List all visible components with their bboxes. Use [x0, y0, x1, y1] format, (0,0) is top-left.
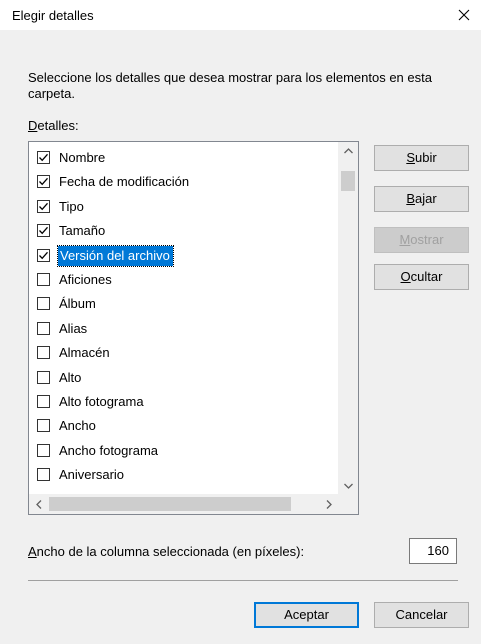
checkbox-checked-icon[interactable]: [37, 175, 50, 189]
list-item[interactable]: Versión del archivo: [29, 244, 339, 269]
list-item-label: Álbum: [59, 296, 96, 312]
list-item-label: Ancho: [59, 418, 96, 434]
window-title: Elegir detalles: [12, 8, 94, 23]
checkbox-unchecked-icon[interactable]: [37, 419, 50, 433]
ok-button[interactable]: Aceptar: [254, 602, 359, 628]
title-bar: Elegir detalles: [0, 0, 481, 30]
scroll-right-icon[interactable]: [319, 496, 339, 513]
checkbox-unchecked-icon[interactable]: [37, 370, 50, 384]
checkbox-unchecked-icon[interactable]: [37, 321, 50, 335]
list-item[interactable]: Aniversario: [29, 464, 339, 488]
checkbox-unchecked-icon[interactable]: [37, 395, 50, 408]
list-item[interactable]: Aficiones: [29, 269, 339, 293]
checkbox-checked-icon[interactable]: [37, 199, 50, 213]
details-label: Detalles:: [28, 118, 79, 133]
list-item[interactable]: Tipo: [29, 196, 339, 220]
checkbox-checked-icon[interactable]: [37, 248, 50, 262]
vertical-scroll-thumb[interactable]: [341, 171, 355, 191]
list-item[interactable]: Alto: [29, 367, 339, 391]
list-item[interactable]: Ancho: [29, 415, 339, 439]
list-item-label: Alto: [59, 369, 82, 385]
list-item-label: Versión del archivo: [57, 244, 174, 267]
column-width-label: Ancho de la columna seleccionada (en píx…: [28, 544, 305, 559]
list-item-label: Almacén: [59, 345, 110, 361]
horizontal-scroll-thumb[interactable]: [49, 497, 291, 511]
list-item[interactable]: Álbum: [29, 293, 339, 317]
up-button[interactable]: Subir: [374, 145, 469, 171]
list-item-label: Ancho fotograma: [59, 442, 159, 458]
list-item-label: Tamaño: [59, 223, 106, 239]
list-item-label: Tipo: [59, 198, 84, 214]
list-item[interactable]: Fecha de modificación: [29, 171, 339, 195]
down-button[interactable]: Bajar: [374, 186, 469, 212]
list-item-label: Fecha de modificación: [59, 174, 190, 190]
list-item-label: Aniversario: [59, 467, 125, 483]
list-item-label: Aficiones: [59, 272, 112, 287]
checkbox-unchecked-icon[interactable]: [37, 273, 50, 286]
checkbox-unchecked-icon[interactable]: [37, 297, 50, 311]
checkbox-checked-icon[interactable]: [37, 224, 50, 238]
list-item[interactable]: Tamaño: [29, 220, 339, 244]
list-item[interactable]: Almacén: [29, 342, 339, 366]
list-item[interactable]: Alias: [29, 318, 339, 342]
separator: [28, 580, 458, 581]
scroll-left-icon[interactable]: [29, 496, 49, 513]
show-button[interactable]: Mostrar: [374, 227, 469, 253]
list-item-label: Nombre: [59, 150, 106, 165]
list-item-label: Alto fotograma: [59, 394, 144, 409]
scroll-up-icon[interactable]: [338, 142, 358, 159]
scrollbar-corner: [338, 494, 358, 514]
scroll-down-icon[interactable]: [338, 477, 358, 494]
checkbox-unchecked-icon[interactable]: [37, 443, 50, 457]
close-icon: [458, 9, 470, 21]
hide-button[interactable]: Ocultar: [374, 264, 469, 290]
description-text: Seleccione los detalles que desea mostra…: [28, 70, 432, 101]
column-width-input[interactable]: 160: [409, 538, 457, 564]
details-listbox[interactable]: Nombre Fecha de modificación Tipo Tamaño Ver…: [28, 141, 359, 515]
checkbox-unchecked-icon[interactable]: [37, 346, 50, 360]
checkbox-checked-icon[interactable]: [37, 151, 50, 164]
list-item-label: Alias: [59, 320, 88, 336]
list-item[interactable]: Ancho fotograma: [29, 440, 339, 464]
vertical-scrollbar[interactable]: [338, 142, 358, 494]
list-item[interactable]: Alto fotograma: [29, 391, 339, 415]
checkbox-unchecked-icon[interactable]: [37, 468, 50, 482]
cancel-button[interactable]: Cancelar: [374, 602, 469, 628]
close-button[interactable]: [447, 0, 481, 30]
horizontal-scrollbar[interactable]: [29, 494, 339, 514]
list-item[interactable]: Nombre: [29, 147, 339, 171]
